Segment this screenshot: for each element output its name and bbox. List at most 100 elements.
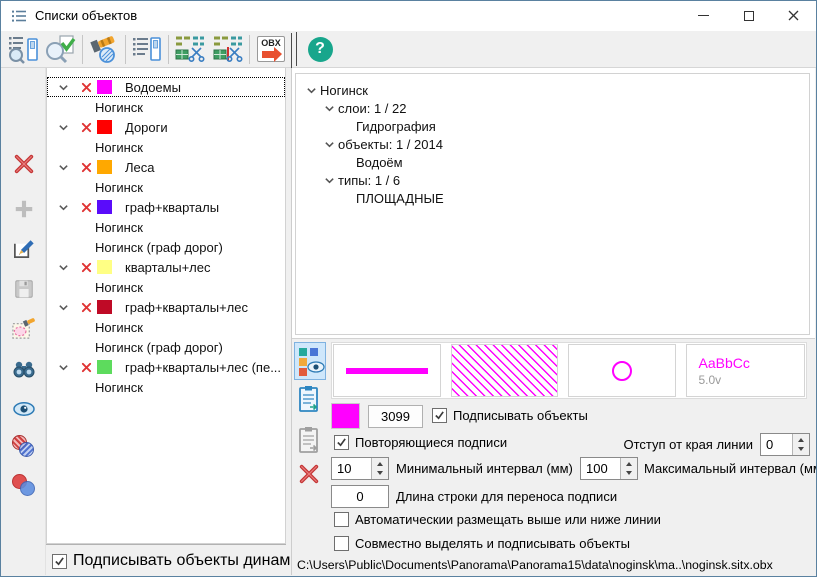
- tree-node[interactable]: Ногинск: [296, 81, 809, 99]
- list-item[interactable]: Леса: [47, 157, 285, 177]
- select-area-flashlight-button[interactable]: [10, 315, 37, 342]
- remove-item-icon[interactable]: [78, 262, 94, 273]
- list-subitem[interactable]: Ногинск: [47, 317, 285, 337]
- add-list-button[interactable]: [10, 195, 37, 222]
- checkbox-box[interactable]: [334, 435, 349, 450]
- visibility-eye-button[interactable]: [10, 395, 37, 422]
- confirm-object-list-button[interactable]: [42, 33, 80, 66]
- joint-sign-checkbox[interactable]: Совместно выделять и подписывать объекты: [334, 536, 630, 551]
- checkbox-box[interactable]: [334, 536, 349, 551]
- wrap-length-field[interactable]: 0: [331, 485, 389, 508]
- label-color-swatch[interactable]: [331, 403, 360, 429]
- list-item-label: граф+кварталы+лес (пе...: [125, 360, 281, 375]
- find-object-list-button[interactable]: [4, 33, 42, 66]
- edit-list-button[interactable]: [10, 236, 37, 263]
- object-list-view-button[interactable]: [128, 33, 166, 66]
- point-style-preview[interactable]: [568, 344, 676, 397]
- maximize-button[interactable]: [726, 1, 771, 30]
- list-subitem[interactable]: Ногинск: [47, 177, 285, 197]
- close-button[interactable]: [771, 1, 816, 30]
- text-style-preview[interactable]: AaBbCc 5.0v: [686, 344, 806, 397]
- fill-style-preview[interactable]: [451, 344, 559, 397]
- copy-list-button[interactable]: [296, 384, 322, 414]
- list-item[interactable]: кварталы+лес: [47, 257, 285, 277]
- list-subitem[interactable]: Ногинск: [47, 97, 285, 117]
- tree-node[interactable]: объекты: 1 / 2014: [296, 135, 809, 153]
- chevron-down-icon[interactable]: [56, 302, 70, 313]
- remove-item-icon[interactable]: [78, 82, 94, 93]
- overlap-hatched-button[interactable]: [10, 432, 37, 459]
- flashlight-select-button[interactable]: [85, 33, 123, 66]
- delete-list-button[interactable]: [10, 150, 37, 177]
- list-item[interactable]: Водоемы: [47, 77, 285, 97]
- repeat-labels-checkbox[interactable]: Повторяющиеся подписи: [334, 435, 507, 450]
- chevron-down-icon[interactable]: [56, 162, 70, 173]
- tree-node[interactable]: Водоём: [296, 153, 809, 171]
- chevron-down-icon[interactable]: [320, 139, 338, 150]
- spinner-arrows[interactable]: [371, 458, 388, 479]
- checkbox-box[interactable]: [52, 554, 67, 569]
- minimize-button[interactable]: [681, 1, 726, 30]
- export-obx-button[interactable]: OBX: [252, 33, 290, 66]
- chevron-down-icon[interactable]: [302, 85, 320, 96]
- plus-icon: [13, 198, 35, 220]
- chevron-down-icon[interactable]: [56, 202, 70, 213]
- cut-objects-button[interactable]: [171, 33, 209, 66]
- chevron-down-icon[interactable]: [56, 122, 70, 133]
- list-subitem[interactable]: Ногинск: [47, 137, 285, 157]
- remove-item-icon[interactable]: [78, 302, 94, 313]
- list-subitem[interactable]: Ногинск: [47, 277, 285, 297]
- clear-label-button[interactable]: [296, 459, 322, 489]
- list-subitem-label: Ногинск: [95, 280, 143, 295]
- remove-item-icon[interactable]: [78, 202, 94, 213]
- title-bar[interactable]: Списки объектов: [1, 1, 816, 31]
- tree-node[interactable]: типы: 1 / 6: [296, 171, 809, 189]
- chevron-down-icon[interactable]: [320, 175, 338, 186]
- spinner-arrows[interactable]: [792, 434, 809, 455]
- object-code-button[interactable]: 3099: [368, 405, 423, 428]
- save-list-button[interactable]: [10, 275, 37, 302]
- chevron-down-icon[interactable]: [320, 103, 338, 114]
- object-lists-window: Списки объектов O: [0, 0, 817, 577]
- legend-square-orange: [299, 358, 307, 366]
- spinner-arrows[interactable]: [620, 458, 637, 479]
- checkbox-box[interactable]: [432, 408, 447, 423]
- cut-objects-split-icon: [212, 34, 244, 64]
- cut-objects-split-button[interactable]: [209, 33, 247, 66]
- checkbox-box[interactable]: [334, 512, 349, 527]
- list-subitem[interactable]: Ногинск: [47, 377, 285, 397]
- tree-node[interactable]: ПЛОЩАДНЫЕ: [296, 189, 809, 207]
- tree-node[interactable]: слои: 1 / 22: [296, 99, 809, 117]
- select-area-flashlight-icon: [11, 316, 36, 341]
- toolbar-separator: [82, 35, 83, 64]
- list-subitem[interactable]: Ногинск (граф дорог): [47, 337, 285, 357]
- object-list-panel: ВодоемыНогинск ДорогиНогинск ЛесаНогинск…: [46, 68, 286, 544]
- help-button[interactable]: ?: [301, 33, 339, 66]
- list-item[interactable]: граф+кварталы+лес: [47, 297, 285, 317]
- tree-node-label: Водоём: [356, 155, 403, 170]
- edge-offset-spinner[interactable]: 0: [760, 433, 810, 456]
- line-style-preview[interactable]: [333, 344, 441, 397]
- min-interval-spinner[interactable]: 10: [331, 457, 389, 480]
- chevron-down-icon[interactable]: [56, 362, 70, 373]
- color-swatch: [97, 300, 112, 314]
- list-item[interactable]: Дороги: [47, 117, 285, 137]
- list-item[interactable]: граф+кварталы+лес (пе...: [47, 357, 285, 377]
- overlap-solid-button[interactable]: [10, 471, 37, 498]
- find-binoculars-button[interactable]: [10, 355, 37, 382]
- paste-list-button[interactable]: [296, 425, 322, 455]
- tree-node[interactable]: Гидрография: [296, 117, 809, 135]
- chevron-down-icon[interactable]: [56, 82, 70, 93]
- auto-place-checkbox[interactable]: Автоматическии размещать выше или ниже л…: [334, 512, 661, 527]
- legend-view-button[interactable]: [294, 342, 326, 380]
- remove-item-icon[interactable]: [78, 362, 94, 373]
- color-swatch: [97, 260, 112, 274]
- list-subitem[interactable]: Ногинск: [47, 217, 285, 237]
- sign-objects-checkbox[interactable]: Подписывать объекты: [432, 408, 588, 423]
- chevron-down-icon[interactable]: [56, 262, 70, 273]
- remove-item-icon[interactable]: [78, 162, 94, 173]
- list-item[interactable]: граф+кварталы: [47, 197, 285, 217]
- list-subitem[interactable]: Ногинск (граф дорог): [47, 237, 285, 257]
- remove-item-icon[interactable]: [78, 122, 94, 133]
- max-interval-spinner[interactable]: 100: [580, 457, 638, 480]
